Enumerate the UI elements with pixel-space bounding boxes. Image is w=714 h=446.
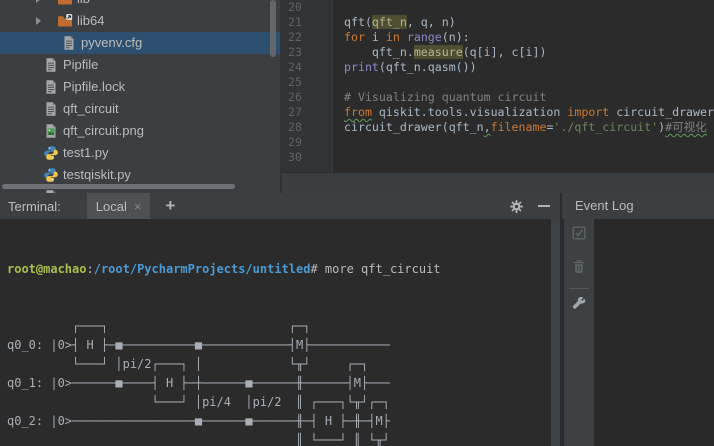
trash-icon[interactable] — [572, 259, 586, 279]
event-log-panel: Event Log — [560, 193, 714, 446]
code-line: 25 — [282, 75, 714, 90]
tree-item-label: lib64 — [77, 13, 105, 28]
new-session-button[interactable]: + — [165, 196, 175, 216]
terminal-panel-title: Terminal: — [8, 198, 61, 214]
tree-item-Pipfile.lock[interactable]: Pipfile.lock — [0, 76, 280, 98]
wrench-settings-icon[interactable] — [572, 296, 587, 317]
code-line: 21 qft(qft_n, q, n) — [282, 15, 714, 30]
terminal-output-line: q0_1: |0>──────■────┤ H ├─┼──────■──────… — [7, 376, 390, 390]
python-file-icon — [43, 167, 59, 183]
terminal-output-line: ║ └───┘ ║ └╥┘ — [7, 433, 390, 446]
code-area[interactable]: 20 21 qft(qft_n, q, n) 22 for i in range(n):… — [282, 0, 714, 165]
code-editor[interactable]: 20 21 qft(qft_n, q, n) 22 for i in range(n):… — [280, 0, 714, 194]
project-panel: lib lib64 pyvenv.cfg Pipfile Pipfile.lock qft… — [0, 0, 280, 193]
project-vertical-scrollbar[interactable] — [270, 0, 276, 57]
folder-symlink-icon — [57, 13, 73, 29]
prompt-separator: : — [86, 262, 94, 276]
tree-item-label: qft_circuit — [63, 101, 119, 116]
line-number: 24 — [288, 60, 302, 74]
tree-item-label: Pipfile.lock — [63, 79, 126, 94]
code-line: 23 qft_n.measure(q[i], c[i]) — [282, 45, 714, 60]
prompt-user: root@machao — [7, 262, 87, 276]
tree-item-qft_circuit.png[interactable]: qft_circuit.png — [0, 120, 280, 142]
terminal-tab-local[interactable]: Local × — [86, 193, 151, 219]
code-line: 22 for i in range(n): — [282, 30, 714, 45]
code-line: 24 print(qft_n.qasm()) — [282, 60, 714, 75]
expand-arrow-icon[interactable] — [36, 0, 41, 3]
toolbar-separator — [569, 288, 589, 289]
tree-item-label: qft_circuit.png — [63, 123, 144, 138]
tree-item-qft_circuit[interactable]: qft_circuit — [0, 98, 280, 120]
terminal-output-line: q0_2: |0>─────────────────■──────■──────… — [7, 414, 390, 428]
prompt-path: /root/PycharmProjects/untitled — [93, 262, 311, 276]
line-number: 22 — [288, 30, 302, 44]
code-line: 28 circuit_drawer(qft_n,filename='./qft_c… — [282, 120, 714, 135]
code-line: 30 — [282, 150, 714, 165]
line-number: 23 — [288, 45, 302, 59]
project-horizontal-scrollbar[interactable] — [2, 184, 235, 189]
text-file-icon — [43, 101, 59, 117]
terminal-output-line: └───┘ │pi/4 │pi/2 ║ ┌───┐└╥┘┌─┐ — [7, 395, 390, 409]
code-line: 20 — [282, 0, 714, 15]
event-log-content — [596, 219, 714, 446]
tree-item-label: lib — [77, 0, 90, 10]
editor-bottom-band — [282, 172, 714, 194]
code-line: 27 from qiskit.tools.visualization import… — [282, 105, 714, 120]
event-log-toolbar — [564, 219, 594, 446]
event-log-title: Event Log — [562, 193, 714, 219]
expand-arrow-icon[interactable] — [36, 17, 41, 25]
line-number: 20 — [288, 0, 302, 14]
prompt-command: # more qft_circuit — [310, 262, 441, 276]
terminal-output-line: ┌───┐ ┌─┐ — [7, 319, 390, 333]
terminal-output-line: └───┘ │pi/2┌───┐ │ └╥┘ ┌─┐ — [7, 357, 390, 371]
image-file-icon — [43, 123, 59, 139]
terminal-panel: Terminal: Local × + root@machao:/root/Py… — [0, 193, 560, 446]
terminal-output[interactable]: root@machao:/root/PycharmProjects/untitl… — [0, 219, 551, 446]
python-file-icon — [43, 145, 59, 161]
terminal-output-line: q0_0: |0>┤ H ├─■──────────■────────────┤… — [7, 338, 390, 352]
code-line: 26 # Visualizing quantum circuit — [282, 90, 714, 105]
terminal-scrollbar-track[interactable] — [551, 219, 560, 446]
minimize-icon[interactable] — [538, 205, 550, 207]
text-file-icon — [43, 57, 59, 73]
tree-item-lib64[interactable]: lib64 — [0, 10, 280, 32]
terminal-tab-label: Local — [95, 198, 127, 214]
line-number: 28 — [288, 120, 302, 134]
terminal-header: Terminal: Local × + — [0, 193, 560, 219]
line-number: 29 — [288, 135, 302, 149]
settings-gear-icon[interactable] — [509, 199, 524, 214]
tree-item-label: testqiskit.py — [63, 167, 131, 182]
tree-item-testqiskit.py[interactable]: testqiskit.py — [0, 164, 280, 186]
text-file-icon — [61, 35, 77, 51]
mark-all-read-icon[interactable] — [572, 226, 586, 245]
line-number: 27 — [288, 105, 302, 119]
text-file-icon — [43, 79, 59, 95]
code-line: 29 — [282, 135, 714, 150]
folder-icon — [57, 0, 73, 7]
line-number: 21 — [288, 15, 302, 29]
terminal-prompt-line: root@machao:/root/PycharmProjects/untitl… — [7, 260, 551, 279]
tree-item-Pipfile[interactable]: Pipfile — [0, 54, 280, 76]
quantum-circuit-ascii: ┌───┐ ┌─┐ q0_0: |0>┤ H ├─■──────────■───… — [7, 317, 551, 446]
tree-item-label: test1.py — [63, 145, 109, 160]
tree-item-label: Pipfile — [63, 57, 99, 72]
line-number: 30 — [288, 150, 302, 164]
tree-item-test1.py[interactable]: test1.py — [0, 142, 280, 164]
tree-item-lib[interactable]: lib — [0, 0, 280, 10]
tree-item-label: pyvenv.cfg — [81, 35, 143, 50]
tree-item-pyvenv.cfg[interactable]: pyvenv.cfg — [0, 32, 280, 54]
close-icon[interactable]: × — [134, 199, 142, 214]
line-number: 25 — [288, 75, 302, 89]
line-number: 26 — [288, 90, 302, 104]
